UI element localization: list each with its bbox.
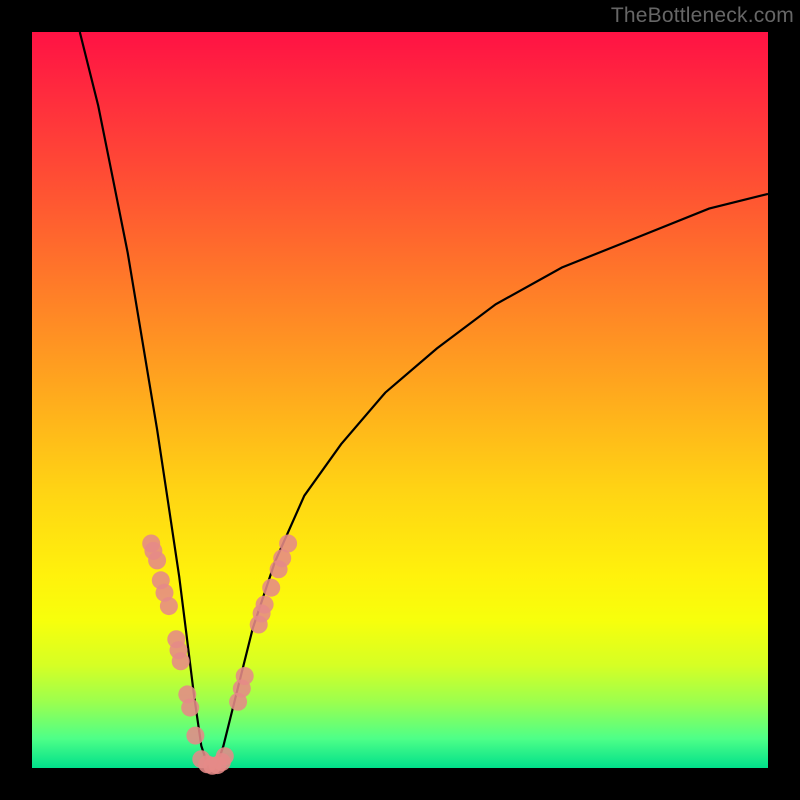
- scatter-dot: [262, 579, 280, 597]
- scatter-group: [142, 535, 297, 775]
- scatter-dot: [186, 727, 204, 745]
- scatter-dot: [148, 551, 166, 569]
- chart-svg: [32, 32, 768, 768]
- scatter-dot: [181, 699, 199, 717]
- scatter-dot: [160, 597, 178, 615]
- scatter-dot: [256, 596, 274, 614]
- scatter-dot: [236, 667, 254, 685]
- chart-stage: TheBottleneck.com: [0, 0, 800, 800]
- scatter-dot: [172, 652, 190, 670]
- watermark-label: TheBottleneck.com: [611, 4, 794, 28]
- plot-area: [32, 32, 768, 768]
- scatter-dot: [279, 535, 297, 553]
- scatter-dot: [216, 747, 234, 765]
